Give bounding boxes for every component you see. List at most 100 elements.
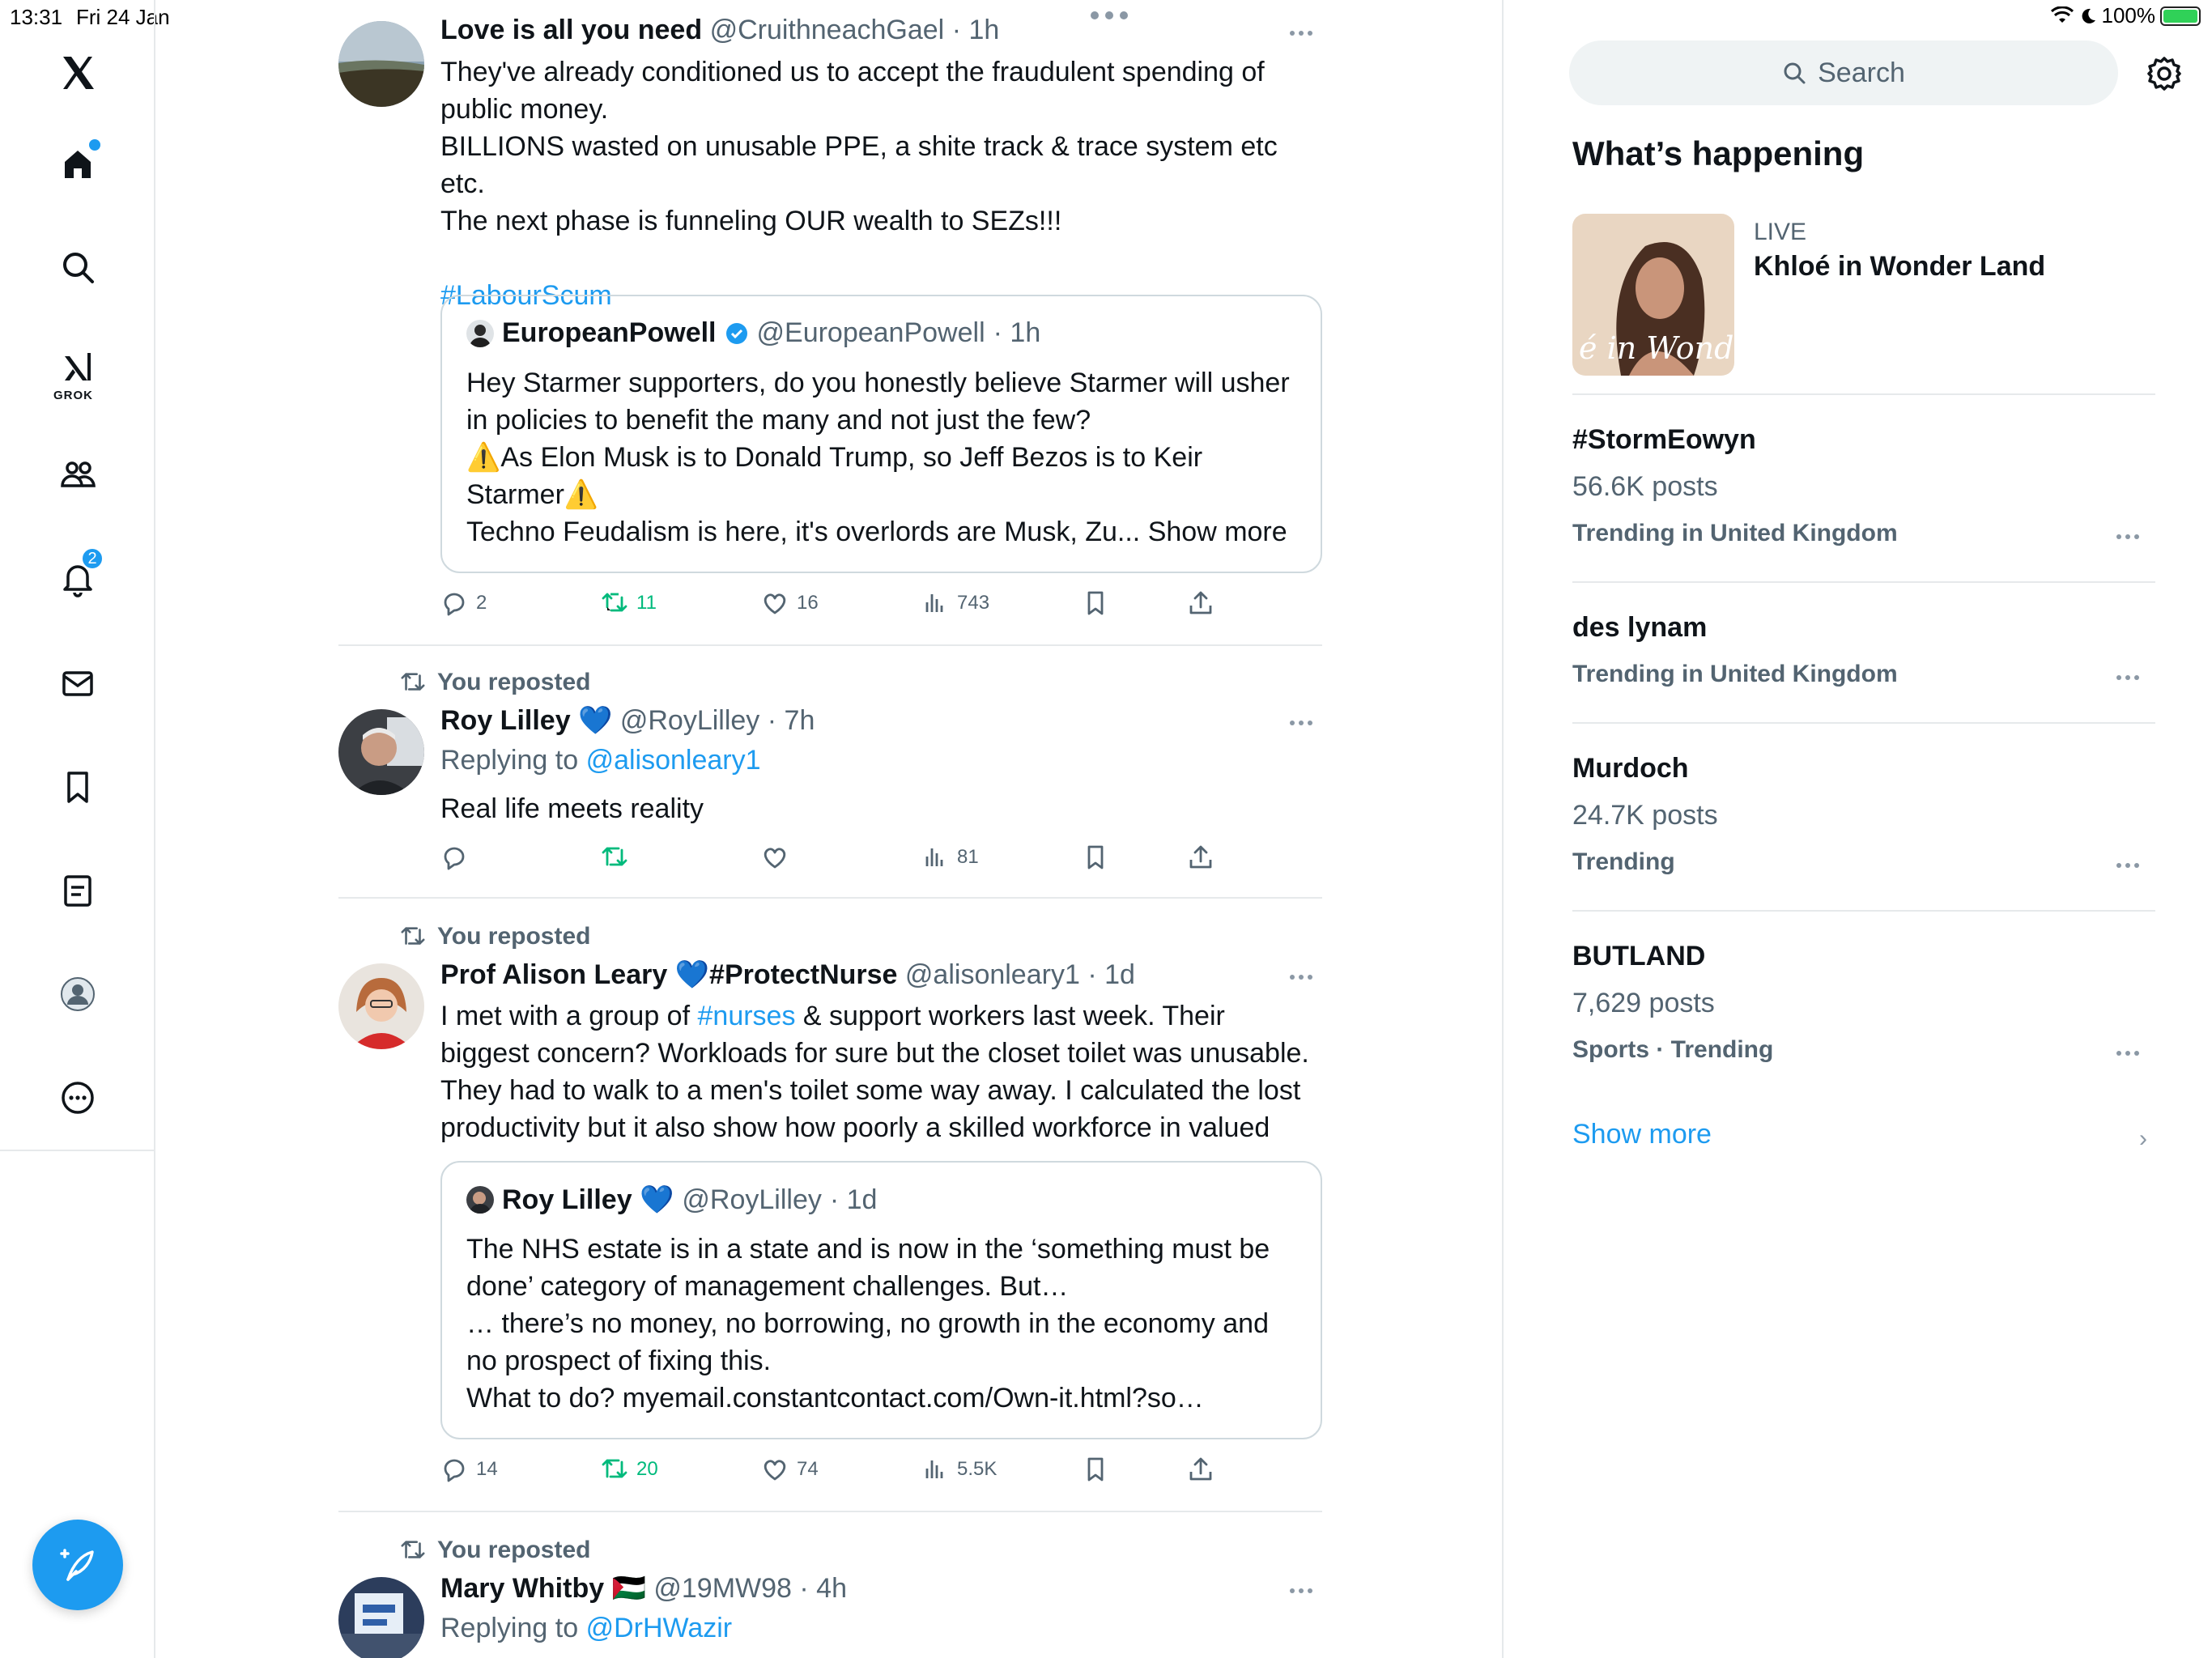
tweet-time[interactable]: · 4h: [799, 1573, 847, 1604]
replying-to-link[interactable]: @alisonleary1: [586, 745, 761, 776]
author-handle[interactable]: @19MW98: [653, 1573, 792, 1604]
quote-text: Hey Starmer supporters, do you honestly …: [466, 364, 1308, 551]
quote-author-handle[interactable]: @RoyLilley: [682, 1184, 821, 1216]
reply-button[interactable]: [440, 844, 468, 871]
tweet-divider: [338, 644, 1322, 646]
views-button[interactable]: 81: [921, 844, 979, 871]
lists-icon[interactable]: [50, 863, 105, 918]
tweet-time[interactable]: · 1d: [1087, 959, 1135, 990]
bookmark-button[interactable]: [1082, 1456, 1109, 1483]
author-handle[interactable]: @RoyLilley: [620, 705, 759, 736]
quote-line: in policies to benefit the many and not …: [466, 405, 1091, 436]
replying-prefix: Replying to: [440, 1613, 579, 1643]
tweet-more-icon[interactable]: [1290, 975, 1322, 983]
views-button[interactable]: 743: [921, 589, 989, 617]
hashtag-link[interactable]: #nurses: [698, 1001, 796, 1031]
views-button[interactable]: 5.5K: [921, 1456, 997, 1483]
tweet-more-icon[interactable]: [1290, 721, 1322, 729]
author-handle[interactable]: @CruithneachGael: [710, 15, 945, 45]
trend-more-icon[interactable]: [2116, 1051, 2139, 1056]
profile-avatar-icon[interactable]: [50, 967, 105, 1022]
grok-icon[interactable]: [50, 340, 105, 395]
repost-button[interactable]: 11: [601, 589, 657, 617]
quote-author-handle[interactable]: @EuropeanPowell: [757, 317, 985, 349]
like-button[interactable]: 74: [761, 1456, 819, 1483]
replying-to: Replying to @DrHWazir: [440, 1613, 732, 1644]
bookmark-icon: [1087, 591, 1104, 615]
share-button[interactable]: [1187, 589, 1214, 617]
compose-post-button[interactable]: [32, 1520, 123, 1610]
reply-button[interactable]: 14: [440, 1456, 498, 1483]
explore-search-icon[interactable]: [50, 240, 105, 295]
author-name[interactable]: Prof Alison Leary 💙#ProtectNurse: [440, 959, 897, 990]
share-button[interactable]: [1187, 844, 1214, 871]
search-bar[interactable]: Search: [1569, 40, 2118, 105]
notifications-badge: 2: [81, 547, 104, 570]
bookmarks-icon[interactable]: [50, 759, 105, 814]
quote-author-name[interactable]: EuropeanPowell: [502, 317, 717, 349]
tweet-more-icon[interactable]: [1290, 31, 1322, 39]
tweet-divider: [338, 1511, 1322, 1512]
quote-author-name[interactable]: Roy Lilley 💙: [502, 1184, 674, 1216]
bookmark-button[interactable]: [1082, 589, 1109, 617]
repost-button[interactable]: [601, 844, 628, 871]
replying-to-link[interactable]: @DrHWazir: [586, 1613, 733, 1643]
author-handle[interactable]: @alisonleary1: [905, 959, 1080, 990]
repost-count: 11: [636, 592, 657, 614]
quote-avatar: [466, 1186, 494, 1214]
avatar[interactable]: [338, 21, 424, 107]
trend-more-icon[interactable]: [2116, 534, 2139, 539]
trend-more-icon[interactable]: [2116, 863, 2139, 868]
author-name[interactable]: Roy Lilley 💙: [440, 705, 612, 736]
tweet-time[interactable]: · 7h: [768, 705, 815, 736]
trend-posts: 7,629 posts: [1572, 988, 1715, 1018]
like-button[interactable]: [761, 844, 789, 871]
quote-line: done’ category of management challenges.…: [466, 1271, 1069, 1302]
trend-divider: [1572, 722, 2155, 724]
like-button[interactable]: 16: [761, 589, 819, 617]
trend-more-icon[interactable]: [2116, 675, 2139, 680]
live-event-thumbnail[interactable]: é in Wonder l: [1572, 214, 1734, 376]
reply-icon: [444, 593, 465, 616]
more-options-icon[interactable]: [50, 1070, 105, 1125]
tweet-line: biggest concern? Workloads for sure but …: [440, 1038, 1309, 1069]
tweet-time[interactable]: · 1h: [952, 15, 1000, 45]
avatar[interactable]: [338, 1577, 424, 1658]
compose-feather-icon: [60, 1549, 94, 1581]
settings-gear-icon[interactable]: [2146, 55, 2183, 92]
avatar[interactable]: [338, 709, 424, 795]
tweet-line: BILLIONS wasted on unusable PPE, a shite…: [440, 131, 1278, 199]
show-more-link[interactable]: Show more: [1572, 1119, 1712, 1150]
tweet-line: I met with a group of #nurses & support …: [440, 997, 1322, 1035]
avatar[interactable]: [338, 963, 424, 1049]
quote-line: no prospect of fixing this.: [466, 1346, 772, 1376]
author-name[interactable]: Mary Whitby 🇵🇸: [440, 1573, 646, 1604]
trend-context: Trending in United Kingdom: [1572, 520, 1898, 546]
bookmark-button[interactable]: [1082, 844, 1109, 871]
live-event-title[interactable]: Khloé in Wonder Land: [1754, 251, 2045, 283]
tweet-text: They've already conditioned us to accept…: [440, 53, 1322, 314]
messages-envelope-icon[interactable]: [50, 656, 105, 711]
x-logo-icon[interactable]: [50, 45, 105, 100]
trend-divider: [1572, 393, 2155, 395]
repost-icon: [602, 1459, 627, 1478]
repost-button[interactable]: 20: [601, 1456, 658, 1483]
quote-tweet[interactable]: EuropeanPowell @EuropeanPowell · 1h Hey …: [440, 295, 1322, 573]
home-icon[interactable]: [50, 136, 105, 191]
reply-button[interactable]: 2: [440, 589, 487, 617]
share-button[interactable]: [1187, 1456, 1214, 1483]
quote-line: Starmer⚠️: [466, 479, 599, 510]
top-more-dots-icon[interactable]: [1090, 10, 1129, 21]
repost-count: 20: [636, 1458, 658, 1480]
communities-icon[interactable]: [50, 447, 105, 502]
author-name[interactable]: Love is all you need: [440, 15, 702, 45]
tweet-text: I met with a group of #nurses & support …: [440, 997, 1322, 1146]
share-icon: [1189, 1457, 1212, 1481]
notifications-bell-icon[interactable]: 2: [50, 547, 105, 606]
trend-posts: 56.6K posts: [1572, 471, 1718, 502]
tweet-more-icon[interactable]: [1290, 1588, 1322, 1596]
quote-tweet[interactable]: Roy Lilley 💙 @RoyLilley · 1d The NHS est…: [440, 1161, 1322, 1439]
timeline-feed[interactable]: Love is all you need @CruithneachGael · …: [338, 0, 1322, 1658]
tweet-header: Roy Lilley 💙 @RoyLilley · 7h: [440, 704, 815, 737]
like-count: 16: [797, 592, 819, 614]
